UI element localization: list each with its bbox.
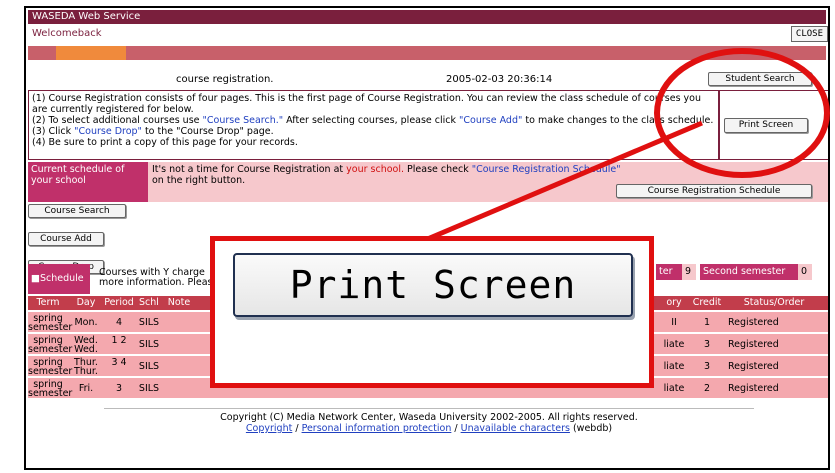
highlight-circle bbox=[654, 48, 830, 178]
schedule-tab[interactable]: ■Schedule bbox=[28, 264, 90, 294]
instructions-box: (1) Course Registration consists of four… bbox=[28, 90, 719, 160]
unavailable-characters-link[interactable]: Unavailable characters bbox=[461, 423, 570, 434]
footer-suffix: (webdb) bbox=[572, 423, 613, 434]
header-day: Day bbox=[76, 297, 96, 308]
zoomed-print-screen-button[interactable]: Print Screen bbox=[233, 253, 633, 317]
notice-school: your school. bbox=[346, 164, 405, 175]
course-search-button[interactable]: Course Search bbox=[28, 204, 126, 218]
second-semester-count: 0 bbox=[798, 264, 812, 280]
cell-term: spring semester bbox=[28, 313, 73, 333]
cell-day: Wed. Wed. bbox=[74, 335, 98, 355]
course-registration-schedule-button[interactable]: Course Registration Schedule bbox=[616, 184, 812, 198]
cell-school: SILS bbox=[138, 361, 160, 372]
welcome-text: Welcomeback bbox=[32, 28, 102, 39]
cell-school: SILS bbox=[138, 339, 160, 350]
header-note: Note bbox=[167, 297, 191, 308]
cell-category: liate bbox=[663, 383, 685, 394]
header-category: ory bbox=[666, 297, 682, 308]
cell-credit: 1 bbox=[703, 317, 711, 328]
schedule-link[interactable]: "Course Registration Schedule" bbox=[472, 164, 621, 175]
notice-text: It's not a time for Course Registration … bbox=[152, 164, 347, 175]
schedule-notice-heading: Current schedule of your school bbox=[28, 162, 148, 202]
footer-links: Copyright / Personal information protect… bbox=[26, 423, 828, 434]
instruction-line-2: (2) To select additional courses use "Co… bbox=[32, 115, 715, 126]
second-semester-label: Second semester bbox=[700, 264, 798, 280]
copyright-text: Copyright (C) Media Network Center, Wase… bbox=[220, 412, 638, 423]
cell-day: Thur. Thur. bbox=[74, 357, 98, 377]
header-period: Period bbox=[104, 297, 134, 308]
link-separator: / bbox=[292, 423, 302, 434]
instruction-line-4: (4) Be sure to print a copy of this page… bbox=[32, 137, 298, 148]
cell-status: Registered bbox=[728, 317, 779, 328]
instruction-text: (2) To select additional courses use bbox=[32, 115, 203, 126]
cell-category: II bbox=[671, 317, 677, 328]
app-title: WASEDA Web Service bbox=[28, 10, 826, 24]
table-note-line: more information. Pleas bbox=[99, 277, 213, 288]
schedule-notice-text: It's not a time for Course Registration … bbox=[152, 164, 622, 186]
footer-divider bbox=[104, 408, 754, 409]
instruction-text: (3) Click bbox=[32, 126, 75, 137]
cell-term: spring semester bbox=[28, 335, 73, 355]
zoom-callout: Print Screen bbox=[210, 236, 654, 388]
course-add-button[interactable]: Course Add bbox=[28, 232, 104, 246]
instruction-line-3: (3) Click "Course Drop" to the "Course D… bbox=[32, 126, 715, 137]
progress-bar-fill bbox=[56, 46, 126, 60]
cell-credit: 2 bbox=[703, 383, 711, 394]
cell-period: 3 bbox=[115, 383, 123, 394]
cell-credit: 3 bbox=[703, 361, 711, 372]
schedule-tab-label: Schedule bbox=[39, 273, 84, 284]
cell-term: spring semester bbox=[28, 379, 73, 399]
page-label: course registration. bbox=[176, 74, 274, 85]
close-button[interactable]: CLOSE bbox=[790, 26, 828, 42]
instruction-text: to the "Course Drop" page. bbox=[141, 126, 274, 137]
notice-text: Please check bbox=[404, 164, 472, 175]
cell-period: 4 bbox=[115, 317, 123, 328]
cell-term: spring semester bbox=[28, 357, 73, 377]
header-term: Term bbox=[36, 297, 60, 308]
privacy-link[interactable]: Personal information protection bbox=[302, 423, 452, 434]
notice-text: on the right button. bbox=[152, 175, 246, 186]
cell-credit: 3 bbox=[703, 339, 711, 350]
cell-period: 1 2 bbox=[111, 335, 127, 346]
instruction-text: After selecting courses, please click bbox=[283, 115, 460, 126]
footer: Copyright (C) Media Network Center, Wase… bbox=[26, 412, 828, 434]
header-credit: Credit bbox=[692, 297, 722, 308]
cell-status: Registered bbox=[728, 383, 779, 394]
cell-category: liate bbox=[663, 361, 685, 372]
cell-status: Registered bbox=[728, 339, 779, 350]
cell-period: 3 4 bbox=[111, 357, 127, 368]
link-separator: / bbox=[451, 423, 461, 434]
cell-school: SILS bbox=[138, 383, 160, 394]
table-note: Courses with Y charge more information. … bbox=[96, 264, 226, 294]
course-drop-link[interactable]: "Course Drop" bbox=[74, 126, 142, 137]
cell-category: liate bbox=[663, 339, 685, 350]
first-semester-count: 9 bbox=[682, 264, 696, 280]
cell-school: SILS bbox=[138, 317, 160, 328]
cell-day: Fri. bbox=[78, 383, 94, 394]
first-semester-label: ter bbox=[656, 264, 682, 280]
cell-status: Registered bbox=[728, 361, 779, 372]
course-add-link[interactable]: "Course Add" bbox=[459, 115, 522, 126]
course-search-link[interactable]: "Course Search." bbox=[203, 115, 284, 126]
copyright-link[interactable]: Copyright bbox=[246, 423, 292, 434]
timestamp: 2005-02-03 20:36:14 bbox=[446, 74, 553, 85]
instruction-line-1: (1) Course Registration consists of four… bbox=[32, 93, 702, 115]
header-status: Status/Order bbox=[743, 297, 805, 308]
header-school: Schl bbox=[139, 297, 159, 308]
cell-day: Mon. bbox=[74, 317, 98, 328]
